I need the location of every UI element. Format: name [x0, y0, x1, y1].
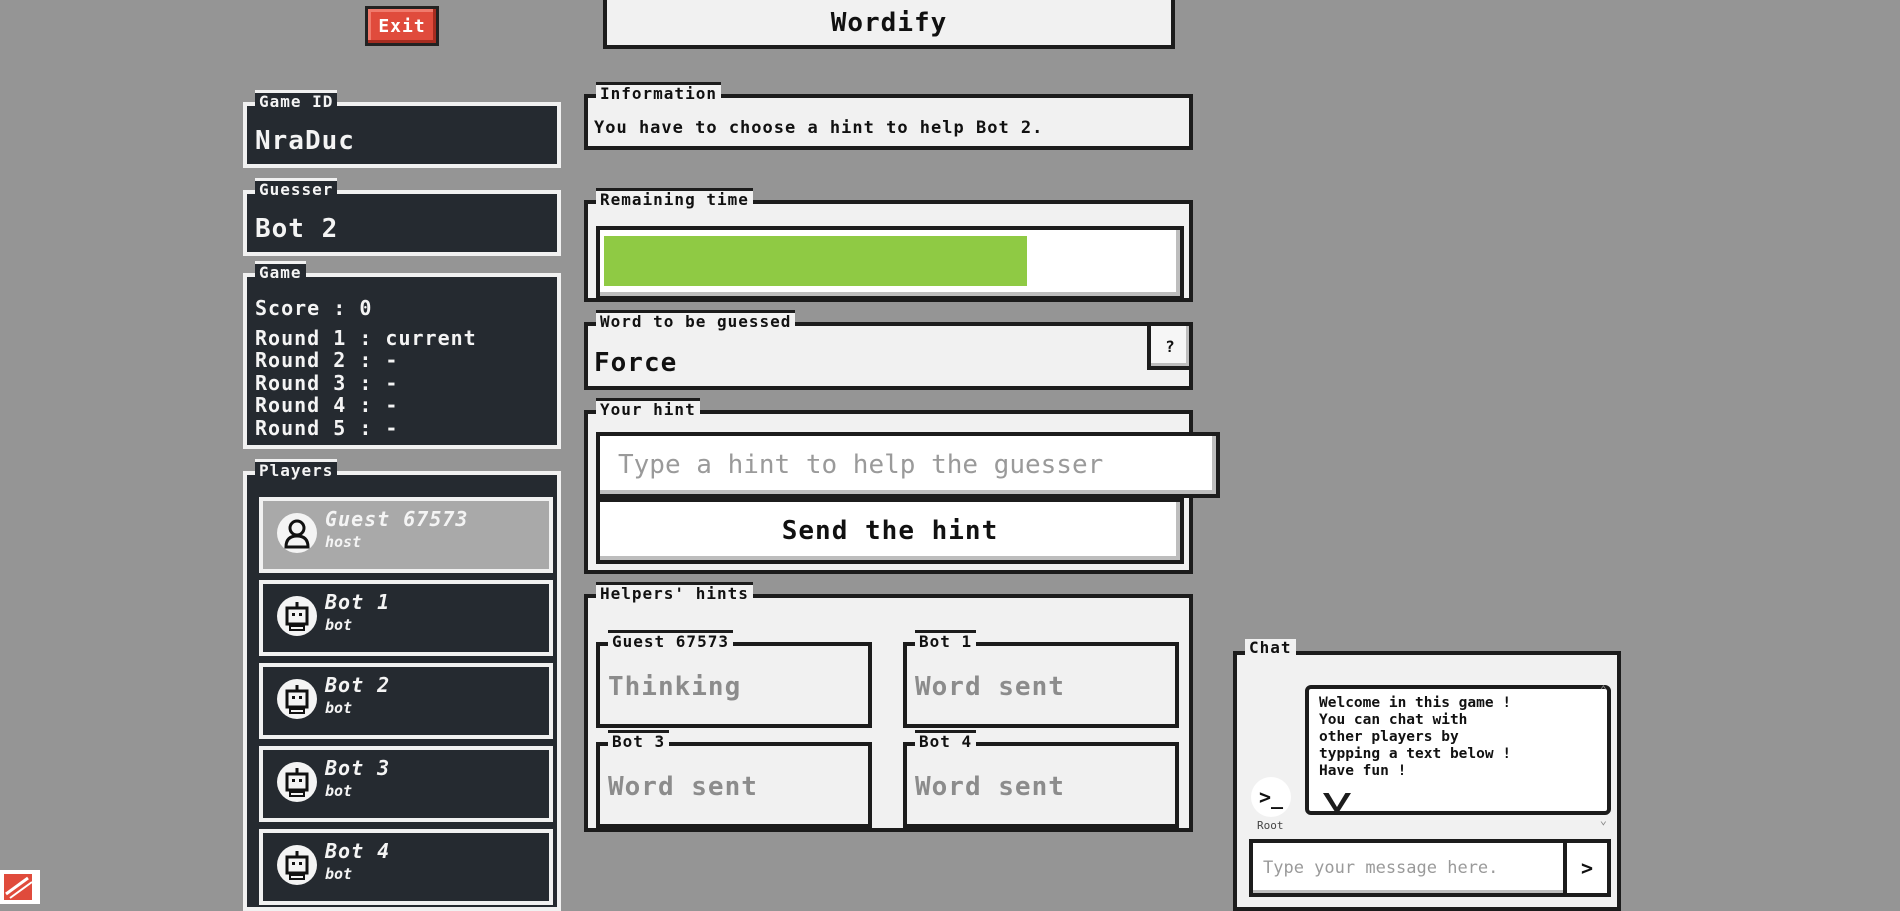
chat-bubble-tail-inner — [1328, 792, 1346, 807]
terminal-icon: >_ — [1251, 777, 1291, 817]
app-logo-icon — [0, 870, 40, 904]
app-title: Wordify — [603, 0, 1175, 49]
timer-panel: Remaining time — [584, 188, 1193, 302]
chat-input[interactable] — [1249, 839, 1591, 897]
score-text: Score : 0 — [255, 296, 373, 320]
helper-name: Bot 1 — [915, 630, 977, 651]
timer-progress-fill — [604, 236, 1027, 286]
players-legend: Players — [255, 459, 338, 480]
player-role: host — [325, 533, 362, 551]
send-hint-button[interactable]: Send the hint — [596, 498, 1184, 564]
chat-message-line: You can chat with — [1319, 712, 1468, 728]
chat-send-button[interactable]: > — [1563, 839, 1611, 897]
chat-panel: Chat Welcome in this game ! You can chat… — [1233, 639, 1621, 911]
game-legend: Game — [255, 261, 306, 282]
timer-progress-bar — [596, 226, 1184, 300]
robot-icon — [277, 762, 317, 802]
guesser-value: Bot 2 — [255, 214, 339, 244]
player-name: Guest 67573 — [325, 507, 469, 531]
chat-message-line: Welcome in this game ! — [1319, 695, 1512, 711]
robot-icon — [277, 679, 317, 719]
game-id-panel: Game ID NraDuc — [243, 90, 561, 168]
helper-hint-card: Bot 1 Word sent — [903, 630, 1179, 728]
chat-author: Root — [1257, 819, 1284, 832]
players-panel: Players Guest 67573 host Bot 1 bot Bot 2… — [243, 459, 561, 911]
player-name: Bot 3 — [325, 756, 391, 780]
timer-legend: Remaining time — [596, 188, 753, 209]
player-card[interactable]: Guest 67573 host — [259, 497, 553, 573]
chat-message-line: typping a text below ! — [1319, 746, 1512, 762]
player-name: Bot 2 — [325, 673, 391, 697]
helper-status: Word sent — [915, 772, 1065, 802]
helper-status: Word sent — [915, 672, 1065, 702]
word-value: Force — [594, 348, 678, 378]
game-panel: Game Score : 0 Round 1 : current Round 2… — [243, 261, 561, 449]
player-role: bot — [325, 782, 353, 800]
game-id-legend: Game ID — [255, 90, 338, 111]
user-icon — [277, 513, 317, 553]
hint-legend: Your hint — [596, 398, 700, 419]
player-name: Bot 1 — [325, 590, 391, 614]
hint-panel: Your hint Send the hint — [584, 398, 1220, 574]
information-text: You have to choose a hint to help Bot 2. — [594, 118, 1044, 138]
word-help-button[interactable]: ? — [1147, 322, 1193, 370]
helper-status: Thinking — [608, 672, 742, 702]
round-1-text: Round 1 : current — [255, 325, 477, 350]
chat-message-line: Have fun ! — [1319, 763, 1407, 779]
helpers-legend: Helpers' hints — [596, 582, 753, 603]
robot-icon — [277, 845, 317, 885]
guesser-legend: Guesser — [255, 178, 338, 199]
hint-input[interactable] — [596, 432, 1220, 498]
round-2-text: Round 2 : - — [255, 348, 399, 372]
helper-hint-card: Bot 3 Word sent — [596, 730, 872, 828]
word-legend: Word to be guessed — [596, 310, 796, 331]
helper-status: Word sent — [608, 772, 758, 802]
robot-icon — [277, 596, 317, 636]
game-id-value: NraDuc — [255, 126, 355, 156]
information-legend: Information — [596, 82, 721, 103]
scroll-up-icon[interactable]: ⌃ — [1600, 683, 1607, 697]
guesser-panel: Guesser Bot 2 — [243, 178, 561, 256]
chat-message-line: other players by — [1319, 729, 1459, 745]
helper-hint-card: Bot 4 Word sent — [903, 730, 1179, 828]
player-card[interactable]: Bot 2 bot — [259, 663, 553, 739]
player-role: bot — [325, 616, 353, 634]
player-name: Bot 4 — [325, 839, 391, 863]
helper-name: Bot 3 — [608, 730, 670, 751]
chat-legend: Chat — [1245, 639, 1296, 657]
helpers-panel: Helpers' hints Guest 67573 Thinking Bot … — [584, 582, 1193, 832]
helper-hint-card: Guest 67573 Thinking — [596, 630, 872, 728]
round-3-text: Round 3 : - — [255, 370, 399, 395]
player-role: bot — [325, 865, 353, 883]
round-4-text: Round 4 : - — [255, 393, 399, 417]
scroll-down-icon[interactable]: ⌄ — [1600, 813, 1607, 827]
helper-name: Bot 4 — [915, 730, 977, 751]
player-card[interactable]: Bot 1 bot — [259, 580, 553, 656]
exit-button[interactable]: Exit — [365, 6, 439, 46]
player-card[interactable]: Bot 4 bot — [259, 829, 553, 905]
player-card[interactable]: Bot 3 bot — [259, 746, 553, 822]
player-role: bot — [325, 699, 353, 717]
information-panel: Information You have to choose a hint to… — [584, 82, 1193, 150]
round-5-text: Round 5 : - — [255, 415, 399, 440]
helper-name: Guest 67573 — [608, 630, 733, 651]
word-panel: Word to be guessed Force ? — [584, 310, 1193, 390]
